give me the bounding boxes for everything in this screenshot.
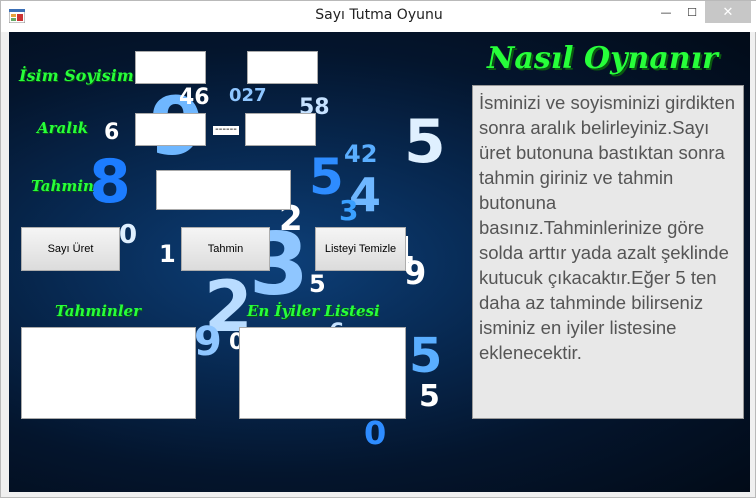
form-client-area: 9 8 2 3 5 5 4 4 9 46 027 58 42 6 0 1 9 0… (9, 32, 750, 492)
range-label: Aralık (37, 119, 89, 137)
generate-number-button[interactable]: Sayı Üret (21, 227, 120, 271)
range-min-field[interactable] (135, 113, 206, 146)
maximize-button[interactable]: ☐ (675, 1, 709, 23)
range-max-field[interactable] (245, 113, 316, 146)
guess-field[interactable] (156, 170, 291, 210)
guess-label: Tahmin (31, 177, 94, 195)
name-label: İsim Soyisim (19, 66, 134, 85)
title-bar: Sayı Tutma Oyunu — ☐ ✕ (1, 1, 756, 32)
last-name-field[interactable] (247, 51, 318, 84)
guesses-label: Tahminler (55, 302, 141, 320)
range-separator: ------ (213, 125, 239, 135)
close-icon: ✕ (722, 4, 734, 20)
guess-button[interactable]: Tahmin (181, 227, 270, 271)
first-name-field[interactable] (135, 51, 206, 84)
guesses-list[interactable] (21, 327, 196, 419)
help-heading: Nasıl Oynanır (487, 41, 718, 76)
clear-list-button[interactable]: Listeyi Temizle (315, 227, 406, 271)
minimize-icon: — (660, 5, 672, 19)
close-button[interactable]: ✕ (705, 1, 751, 23)
help-text-box[interactable]: İsminizi ve soyisminizi girdikten sonra … (472, 85, 744, 419)
window-title: Sayı Tutma Oyunu (315, 7, 443, 23)
maximize-icon: ☐ (687, 5, 697, 19)
best-list[interactable] (239, 327, 406, 419)
app-window: Sayı Tutma Oyunu — ☐ ✕ 9 8 2 3 5 5 4 4 9… (0, 0, 756, 498)
best-list-label: En İyiler Listesi (247, 302, 380, 320)
